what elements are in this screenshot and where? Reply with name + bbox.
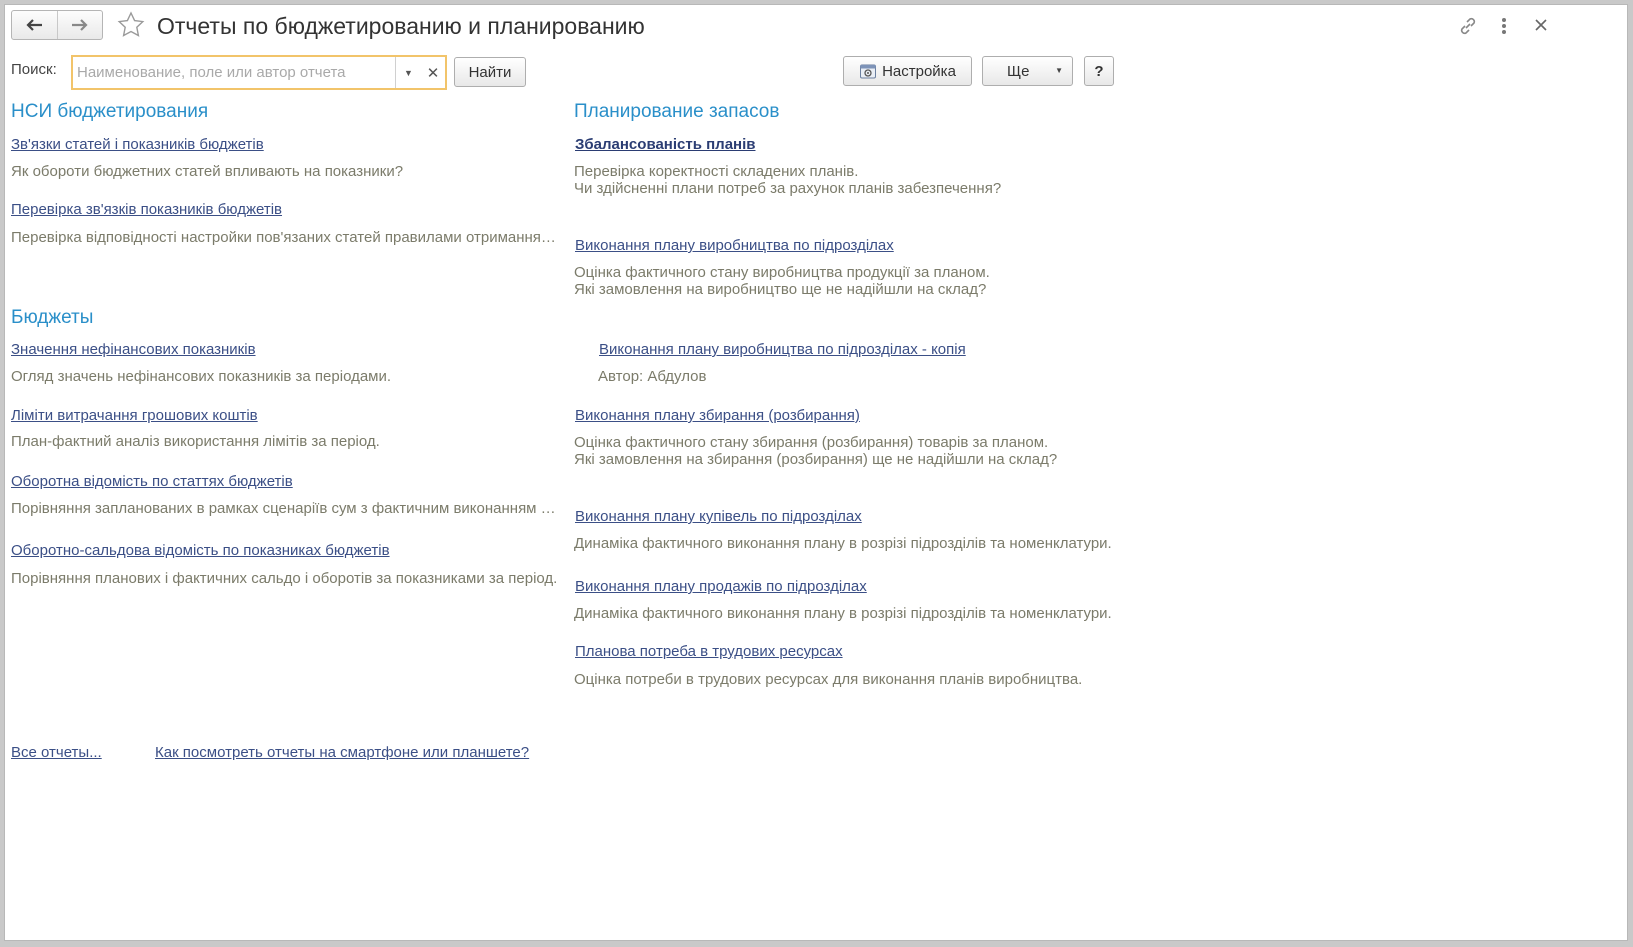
report-link[interactable]: Виконання плану виробництва по підрозділ… — [575, 237, 894, 254]
search-label: Поиск: — [11, 61, 57, 78]
report-description: Порівняння запланованих в рамках сценарі… — [11, 500, 559, 517]
report-panel-window: Отчеты по бюджетированию и планированию … — [4, 4, 1628, 941]
all-reports-link[interactable]: Все отчеты... — [11, 744, 102, 761]
report-description: Динаміка фактичного виконання плану в ро… — [574, 535, 1112, 552]
settings-label: Настройка — [882, 62, 956, 80]
star-icon[interactable] — [117, 11, 145, 39]
report-description: Перевірка відповідності настройки пов'яз… — [11, 229, 559, 246]
forward-arrow-icon — [71, 19, 88, 31]
dropdown-icon[interactable]: ▼ — [395, 57, 421, 88]
report-link[interactable]: Оборотна відомість по статтях бюджетів — [11, 473, 293, 490]
report-link[interactable]: Зв'язки статей і показників бюджетів — [11, 136, 264, 153]
more-button[interactable]: Ще ▼ — [982, 56, 1073, 86]
report-description: Як обороти бюджетних статей впливають на… — [11, 163, 404, 180]
report-link[interactable]: Значення нефінансових показників — [11, 341, 256, 358]
settings-icon — [860, 64, 877, 79]
clear-icon[interactable]: ✕ — [421, 57, 445, 88]
close-icon[interactable] — [1535, 19, 1547, 31]
report-link[interactable]: Ліміти витрачання грошових коштів — [11, 407, 258, 424]
settings-button[interactable]: Настройка — [843, 56, 972, 86]
chevron-down-icon: ▼ — [1055, 66, 1063, 75]
report-description: Оцінка фактичного стану виробництва прод… — [574, 264, 990, 281]
report-link[interactable]: Планова потреба в трудових ресурсах — [575, 643, 843, 660]
section-title-stock-planning: Планирование запасов — [574, 101, 780, 122]
report-link[interactable]: Виконання плану купівель по підрозділах — [575, 508, 862, 525]
help-button[interactable]: ? — [1084, 56, 1114, 86]
navigation-buttons — [11, 10, 103, 40]
report-link[interactable]: Оборотно-сальдова відомість по показника… — [11, 542, 390, 559]
find-button[interactable]: Найти — [454, 57, 526, 87]
back-button[interactable] — [12, 11, 57, 39]
report-author: Автор: Абдулов — [598, 368, 707, 385]
page-title: Отчеты по бюджетированию и планированию — [157, 13, 645, 39]
report-description: Порівняння планових і фактичних сальдо і… — [11, 570, 558, 587]
report-description: Динаміка фактичного виконання плану в ро… — [574, 605, 1112, 622]
more-vertical-icon[interactable] — [1499, 15, 1509, 37]
report-link[interactable]: Виконання плану збирання (розбирання) — [575, 407, 860, 424]
report-description: Які замовлення на виробництво ще не наді… — [574, 281, 987, 298]
forward-button[interactable] — [56, 11, 103, 39]
report-description: План-фактний аналіз використання лімітів… — [11, 433, 380, 450]
report-link[interactable]: Виконання плану продажів по підрозділах — [575, 578, 867, 595]
mobile-help-link[interactable]: Как посмотреть отчеты на смартфоне или п… — [155, 744, 529, 761]
report-description: Оцінка потреби в трудових ресурсах для в… — [574, 671, 1083, 688]
search-input[interactable] — [77, 61, 387, 84]
report-description: Оцінка фактичного стану збирання (розбир… — [574, 434, 1049, 451]
report-description: Чи здійсненні плани потреб за рахунок пл… — [574, 180, 1002, 197]
search-field: ▼ ✕ — [71, 55, 447, 90]
report-description: Перевірка коректності складених планів. — [574, 163, 859, 180]
back-arrow-icon — [26, 19, 43, 31]
report-link[interactable]: Збалансованість планів — [575, 136, 756, 153]
section-title-budgets: Бюджеты — [11, 307, 94, 328]
more-label: Ще — [1007, 62, 1030, 80]
report-link[interactable]: Перевірка зв'язків показників бюджетів — [11, 201, 282, 218]
report-description: Огляд значень нефінансових показників за… — [11, 368, 392, 385]
section-title-nsi: НСИ бюджетирования — [11, 101, 209, 122]
link-icon[interactable] — [1457, 15, 1479, 37]
report-link[interactable]: Виконання плану виробництва по підрозділ… — [599, 341, 966, 358]
report-description: Які замовлення на збирання (розбирання) … — [574, 451, 1058, 468]
